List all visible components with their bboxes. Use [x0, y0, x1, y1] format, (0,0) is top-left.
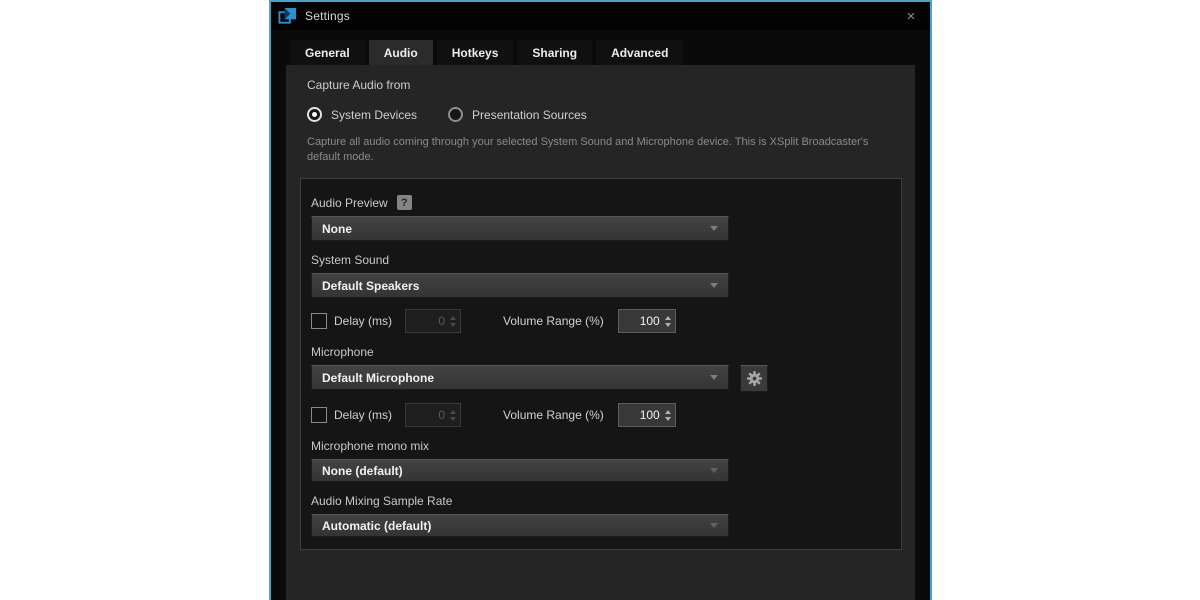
system-delay-checkbox[interactable]	[311, 313, 327, 329]
capture-audio-heading: Capture Audio from	[307, 78, 901, 92]
chevron-down-icon	[710, 226, 718, 231]
title-bar: Settings ×	[271, 2, 930, 30]
close-button[interactable]: ×	[900, 6, 922, 26]
chevron-down-icon	[710, 468, 718, 473]
system-sound-value: Default Speakers	[322, 279, 419, 293]
tab-hotkeys[interactable]: Hotkeys	[437, 40, 514, 65]
microphone-delay-checkbox[interactable]	[311, 407, 327, 423]
microphone-volume-spinner[interactable]: 100	[618, 403, 676, 427]
help-icon[interactable]: ?	[397, 195, 412, 210]
tab-general[interactable]: General	[290, 40, 365, 65]
microphone-dropdown[interactable]: Default Microphone	[311, 365, 729, 390]
microphone-delay-label: Delay (ms)	[334, 408, 392, 422]
sample-rate-label: Audio Mixing Sample Rate	[311, 494, 452, 508]
audio-settings-pane: Capture Audio from System Devices Presen…	[286, 65, 915, 600]
audio-devices-group: Audio Preview ? None System Sound Defaul…	[300, 178, 902, 550]
tab-sharing[interactable]: Sharing	[517, 40, 592, 65]
capture-source-options: System Devices Presentation Sources	[307, 107, 901, 122]
system-volume-label: Volume Range (%)	[503, 314, 604, 328]
system-sound-label: System Sound	[311, 253, 389, 267]
audio-preview-dropdown[interactable]: None	[311, 216, 729, 241]
radio-system-devices-label: System Devices	[331, 108, 417, 122]
spinner-arrows-icon[interactable]	[665, 316, 671, 327]
gear-icon	[745, 369, 764, 388]
tab-audio[interactable]: Audio	[369, 40, 433, 65]
system-sound-dropdown[interactable]: Default Speakers	[311, 273, 729, 298]
capture-mode-description: Capture all audio coming through your se…	[307, 135, 901, 165]
settings-window: Settings × General Audio Hotkeys Sharing…	[269, 0, 932, 600]
system-volume-spinner[interactable]: 100	[618, 309, 676, 333]
microphone-label: Microphone	[311, 345, 374, 359]
chevron-down-icon	[710, 375, 718, 380]
sample-rate-dropdown[interactable]: Automatic (default)	[311, 514, 729, 537]
spinner-arrows-icon[interactable]	[665, 410, 671, 421]
radio-presentation-sources-label: Presentation Sources	[472, 108, 587, 122]
tab-advanced[interactable]: Advanced	[596, 40, 683, 65]
spinner-arrows-icon[interactable]	[450, 410, 456, 421]
chevron-down-icon	[710, 523, 718, 528]
radio-presentation-sources[interactable]	[448, 107, 463, 122]
mono-mix-dropdown[interactable]: None (default)	[311, 459, 729, 482]
mono-mix-label: Microphone mono mix	[311, 439, 429, 453]
window-title: Settings	[305, 9, 350, 23]
microphone-volume-label: Volume Range (%)	[503, 408, 604, 422]
microphone-settings-button[interactable]	[740, 365, 768, 392]
microphone-delay-row: Delay (ms) 0 Volume Range (%) 100	[311, 403, 891, 427]
system-delay-label: Delay (ms)	[334, 314, 392, 328]
system-sound-delay-row: Delay (ms) 0 Volume Range (%) 100	[311, 309, 891, 333]
tab-strip: General Audio Hotkeys Sharing Advanced	[271, 40, 930, 65]
audio-preview-value: None	[322, 222, 352, 236]
audio-preview-label: Audio Preview	[311, 196, 388, 210]
microphone-value: Default Microphone	[322, 371, 434, 385]
mono-mix-value: None (default)	[322, 464, 403, 478]
radio-system-devices[interactable]	[307, 107, 322, 122]
microphone-delay-spinner[interactable]: 0	[405, 403, 461, 427]
spinner-arrows-icon[interactable]	[450, 316, 456, 327]
system-delay-spinner[interactable]: 0	[405, 309, 461, 333]
xsplit-logo-icon	[278, 7, 297, 26]
sample-rate-value: Automatic (default)	[322, 519, 431, 533]
chevron-down-icon	[710, 283, 718, 288]
